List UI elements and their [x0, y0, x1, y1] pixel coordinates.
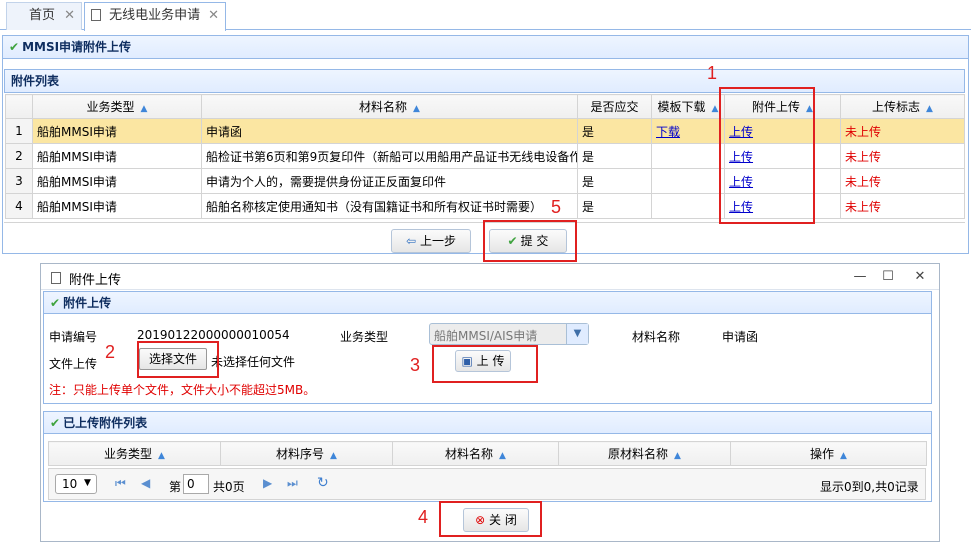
status-badge: 未上传 — [840, 168, 965, 194]
arrow-left-icon: ⇦ — [406, 234, 417, 248]
refresh-icon[interactable]: ↻ — [317, 475, 329, 491]
status-badge: 未上传 — [840, 118, 965, 144]
app-no-value: 20190122000000010054 — [137, 328, 290, 342]
column-header[interactable]: 材料名称 ▲ — [392, 441, 559, 466]
sort-up-icon: ▲ — [711, 104, 719, 114]
annotation-box — [432, 345, 538, 383]
chevron-down-icon: ▼ — [84, 478, 91, 488]
column-header[interactable]: 业务类型 ▲ — [48, 441, 221, 466]
attachment-table: 业务类型 ▲ 材料名称 ▲ 是否应交 模板下载 ▲ 附件上传 ▲ 上传标志 ▲ 1 船舶M… — [5, 94, 965, 219]
uploaded-list-header: ✔ 已上传附件列表 — [43, 411, 932, 434]
table-row[interactable]: 2 船舶MMSI申请 船检证书第6页和第9页复印件（新船可以用船用产品证书无线电… — [5, 143, 965, 169]
minimize-icon[interactable]: — — [851, 268, 869, 286]
sort-up-icon: ▲ — [926, 104, 933, 114]
main-panel-header: ✔ MMSI申请附件上传 — [2, 35, 969, 59]
tab-wireless-label: 无线电业务申请 — [109, 8, 201, 23]
status-badge: 未上传 — [840, 193, 965, 219]
page-number-input[interactable]: 0 — [183, 474, 209, 494]
last-page-icon[interactable]: ⏭ — [287, 476, 298, 491]
document-icon — [51, 272, 61, 284]
annotation-number: 3 — [410, 355, 421, 375]
page-prefix: 第 — [169, 480, 182, 494]
sort-up-icon: ▲ — [674, 451, 681, 461]
attachment-list-title: 附件列表 — [11, 74, 60, 88]
table-row[interactable]: 1 船舶MMSI申请 申请函 是 下载 上传 未上传 — [5, 118, 965, 144]
annotation-box — [719, 87, 815, 224]
annotation-number: 5 — [551, 197, 562, 217]
page-total: 共0页 — [213, 480, 245, 494]
annotation-box — [439, 501, 542, 537]
download-link[interactable]: 下载 — [656, 125, 680, 139]
table-header-row: 业务类型 ▲ 材料序号 ▲ 材料名称 ▲ 原材料名称 ▲ 操作 ▲ — [48, 441, 927, 466]
uploaded-table: 业务类型 ▲ 材料序号 ▲ 材料名称 ▲ 原材料名称 ▲ 操作 ▲ — [48, 441, 927, 466]
upload-note: 注：只能上传单个文件，文件大小不能超过5MB。 — [49, 383, 316, 397]
first-page-icon[interactable]: ⏮ — [115, 476, 126, 491]
attachment-list-header: 附件列表 — [4, 69, 965, 93]
check-icon: ✔ — [50, 296, 61, 310]
material-label: 材料名称 — [632, 330, 681, 344]
check-icon: ✔ — [50, 416, 61, 430]
biz-type-label: 业务类型 — [340, 330, 389, 344]
sort-up-icon: ▲ — [840, 451, 847, 461]
tab-home[interactable]: 首页 ✕ — [6, 2, 82, 30]
column-header[interactable]: 原材料名称 ▲ — [558, 441, 731, 466]
main-panel-title: MMSI申请附件上传 — [22, 40, 132, 54]
close-icon[interactable]: ✕ — [64, 3, 75, 29]
column-header[interactable]: 是否应交 — [577, 94, 652, 119]
material-value: 申请函 — [722, 330, 759, 344]
app-no-label: 申请编号 — [49, 330, 98, 344]
prev-step-button[interactable]: ⇦ 上一步 — [391, 229, 471, 253]
sort-up-icon: ▲ — [140, 104, 148, 114]
table-header-row: 业务类型 ▲ 材料名称 ▲ 是否应交 模板下载 ▲ 附件上传 ▲ 上传标志 ▲ — [5, 94, 965, 119]
dialog-upload-title: 附件上传 — [63, 296, 112, 310]
tab-bar: 首页 ✕ 无线电业务申请 ✕ — [0, 0, 971, 31]
next-page-icon[interactable]: ▶ — [263, 476, 272, 490]
annotation-number: 1 — [707, 63, 718, 83]
status-badge: 未上传 — [840, 143, 965, 169]
column-header[interactable]: 模板下载 ▲ — [651, 94, 725, 119]
annotation-box — [483, 220, 577, 262]
chevron-down-icon[interactable]: ▼ — [566, 324, 588, 344]
sort-up-icon: ▲ — [158, 451, 165, 461]
upload-dialog: 附件上传 — ☐ ✕ ✔ 附件上传 申请编号 201901220000000100… — [40, 263, 940, 542]
dialog-title: 附件上传 — [69, 273, 122, 288]
no-file-text: 未选择任何文件 — [211, 355, 296, 369]
annotation-number: 2 — [105, 342, 116, 362]
prev-page-icon[interactable]: ◀ — [141, 476, 150, 490]
document-icon — [91, 9, 101, 21]
biz-type-select[interactable]: 船舶MMSI/AIS申请 ▼ — [429, 323, 589, 345]
tab-home-label: 首页 — [29, 8, 56, 23]
page-size-select[interactable]: 10 ▼ — [55, 474, 97, 494]
page-info: 显示0到0,共0记录 — [820, 480, 919, 494]
file-upload-label: 文件上传 — [49, 357, 98, 371]
dialog-titlebar: 附件上传 — ☐ ✕ — [41, 264, 939, 290]
dialog-upload-header: ✔ 附件上传 — [43, 291, 932, 314]
close-icon[interactable]: ✕ — [208, 3, 219, 29]
sort-up-icon: ▲ — [499, 451, 506, 461]
column-header[interactable]: 材料序号 ▲ — [220, 441, 393, 466]
annotation-box — [137, 341, 219, 378]
sort-up-icon: ▲ — [330, 451, 337, 461]
close-icon[interactable]: ✕ — [911, 268, 929, 286]
check-icon: ✔ — [9, 40, 20, 54]
uploaded-list-title: 已上传附件列表 — [63, 416, 148, 430]
table-row[interactable]: 3 船舶MMSI申请 申请为个人的，需要提供身份证正反面复印件 是 上传 未上传 — [5, 168, 965, 194]
column-header[interactable]: 业务类型 ▲ — [32, 94, 202, 119]
sort-up-icon: ▲ — [413, 104, 420, 114]
column-header[interactable]: 材料名称 ▲ — [201, 94, 578, 119]
annotation-number: 4 — [418, 507, 429, 527]
column-header[interactable]: 上传标志 ▲ — [840, 94, 965, 119]
maximize-icon[interactable]: ☐ — [879, 268, 897, 286]
table-row[interactable]: 4 船舶MMSI申请 船舶名称核定使用通知书（没有国籍证书和所有权证书时需要） … — [5, 193, 965, 219]
tab-wireless-application[interactable]: 无线电业务申请 ✕ — [84, 2, 226, 31]
column-header[interactable]: 操作 ▲ — [730, 441, 927, 466]
